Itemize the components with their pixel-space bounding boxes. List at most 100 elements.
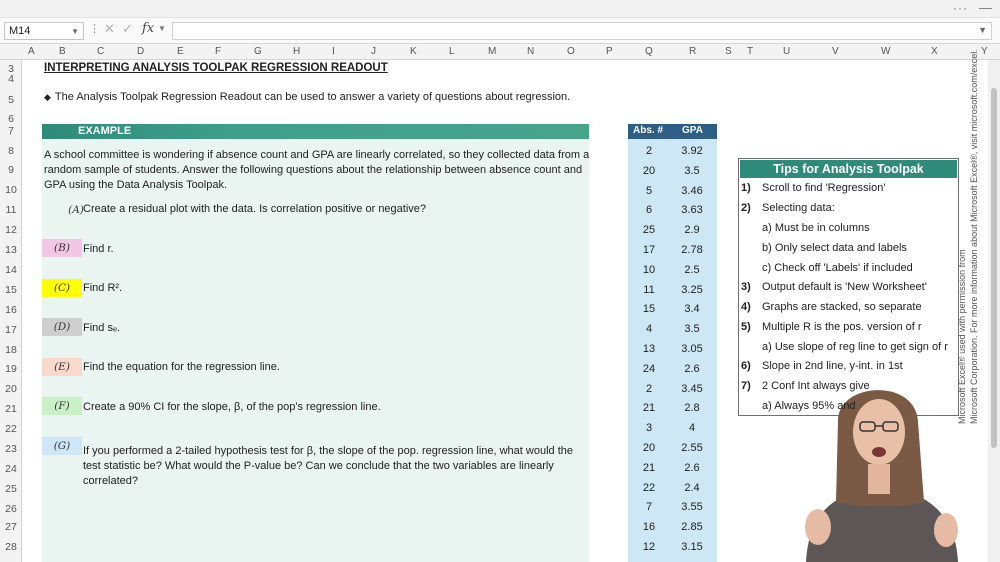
function-chevron-icon[interactable]: ▼ [158, 24, 166, 33]
row-header-26[interactable]: 26 [0, 503, 22, 515]
row-header-8[interactable]: 8 [0, 145, 22, 157]
column-header-k[interactable]: K [410, 46, 417, 57]
row-header-27[interactable]: 27 [0, 521, 22, 533]
gpa-value-cell[interactable]: 2.55 [673, 442, 711, 454]
abs-value-cell[interactable]: 21 [635, 402, 663, 414]
confirm-icon[interactable]: ✓ [122, 21, 133, 37]
abs-value-cell[interactable]: 17 [635, 244, 663, 256]
abs-value-cell[interactable]: 21 [635, 462, 663, 474]
column-header-g[interactable]: G [254, 46, 262, 57]
column-header-a[interactable]: A [28, 46, 35, 57]
gpa-value-cell[interactable]: 3.05 [673, 343, 711, 355]
expand-formula-icon[interactable]: ▼ [978, 25, 987, 35]
row-header-18[interactable]: 18 [0, 344, 22, 356]
row-header-12[interactable]: 12 [0, 224, 22, 236]
column-header-j[interactable]: J [371, 46, 376, 57]
abs-value-cell[interactable]: 2 [635, 383, 663, 395]
column-header-s[interactable]: S [725, 46, 732, 57]
gpa-value-cell[interactable]: 3.92 [673, 145, 711, 157]
row-header-22[interactable]: 22 [0, 423, 22, 435]
row-header-11[interactable]: 11 [0, 204, 22, 216]
row-header-20[interactable]: 20 [0, 383, 22, 395]
column-header-o[interactable]: O [567, 46, 575, 57]
column-header-h[interactable]: H [293, 46, 300, 57]
name-box[interactable]: M14 ▼ [4, 22, 84, 40]
abs-value-cell[interactable]: 12 [635, 541, 663, 553]
row-header-25[interactable]: 25 [0, 483, 22, 495]
row-header-9[interactable]: 9 [0, 164, 22, 176]
row-header-23[interactable]: 23 [0, 443, 22, 455]
abs-value-cell[interactable]: 25 [635, 224, 663, 236]
row-header-21[interactable]: 21 [0, 403, 22, 415]
more-options-icon[interactable]: ··· [953, 1, 968, 15]
gpa-value-cell[interactable]: 2.78 [673, 244, 711, 256]
gpa-value-cell[interactable]: 4 [673, 422, 711, 434]
gpa-value-cell[interactable]: 2.9 [673, 224, 711, 236]
column-header-c[interactable]: C [97, 46, 104, 57]
gpa-value-cell[interactable]: 3.5 [673, 165, 711, 177]
column-header-b[interactable]: B [59, 46, 66, 57]
minimize-button[interactable]: — [979, 0, 992, 15]
gpa-value-cell[interactable]: 2.6 [673, 462, 711, 474]
column-header-y[interactable]: Y [981, 46, 988, 57]
abs-value-cell[interactable]: 6 [635, 204, 663, 216]
row-header-28[interactable]: 28 [0, 541, 22, 553]
cancel-icon[interactable]: ✕ [104, 21, 115, 37]
gpa-value-cell[interactable]: 3.25 [673, 284, 711, 296]
abs-value-cell[interactable]: 13 [635, 343, 663, 355]
row-header-10[interactable]: 10 [0, 184, 22, 196]
abs-value-cell[interactable]: 7 [635, 501, 663, 513]
gpa-value-cell[interactable]: 3.15 [673, 541, 711, 553]
gpa-value-cell[interactable]: 2.8 [673, 402, 711, 414]
vertical-scrollbar[interactable] [988, 60, 1000, 562]
gpa-value-cell[interactable]: 3.5 [673, 323, 711, 335]
column-header-q[interactable]: Q [645, 46, 653, 57]
gpa-value-cell[interactable]: 3.55 [673, 501, 711, 513]
more-vertical-icon[interactable]: ⋮ [89, 22, 100, 35]
abs-value-cell[interactable]: 2 [635, 145, 663, 157]
abs-value-cell[interactable]: 15 [635, 303, 663, 315]
column-header-f[interactable]: F [215, 46, 221, 57]
gpa-value-cell[interactable]: 3.4 [673, 303, 711, 315]
column-header-l[interactable]: L [449, 46, 455, 57]
gpa-value-cell[interactable]: 2.5 [673, 264, 711, 276]
insert-function-button[interactable]: fx [142, 21, 154, 36]
abs-value-cell[interactable]: 16 [635, 521, 663, 533]
row-header-4[interactable]: 4 [0, 73, 22, 85]
abs-value-cell[interactable]: 3 [635, 422, 663, 434]
abs-value-cell[interactable]: 5 [635, 185, 663, 197]
column-header-w[interactable]: W [881, 46, 890, 57]
column-header-i[interactable]: I [332, 46, 335, 57]
row-header-13[interactable]: 13 [0, 244, 22, 256]
column-header-v[interactable]: V [832, 46, 839, 57]
row-header-15[interactable]: 15 [0, 284, 22, 296]
column-header-n[interactable]: N [527, 46, 534, 57]
column-header-p[interactable]: P [606, 46, 613, 57]
abs-value-cell[interactable]: 22 [635, 482, 663, 494]
abs-value-cell[interactable]: 20 [635, 165, 663, 177]
abs-value-cell[interactable]: 4 [635, 323, 663, 335]
abs-value-cell[interactable]: 11 [635, 284, 663, 296]
column-header-m[interactable]: M [488, 46, 496, 57]
abs-value-cell[interactable]: 10 [635, 264, 663, 276]
scrollbar-thumb[interactable] [991, 88, 997, 448]
column-header-u[interactable]: U [783, 46, 790, 57]
gpa-value-cell[interactable]: 2.6 [673, 363, 711, 375]
row-header-14[interactable]: 14 [0, 264, 22, 276]
row-header-6[interactable]: 6 [0, 113, 22, 125]
row-header-24[interactable]: 24 [0, 463, 22, 475]
chevron-down-icon[interactable]: ▼ [71, 27, 79, 36]
gpa-value-cell[interactable]: 2.85 [673, 521, 711, 533]
gpa-value-cell[interactable]: 3.46 [673, 185, 711, 197]
row-header-16[interactable]: 16 [0, 304, 22, 316]
abs-value-cell[interactable]: 24 [635, 363, 663, 375]
column-header-t[interactable]: T [747, 46, 753, 57]
column-header-e[interactable]: E [177, 46, 184, 57]
row-header-17[interactable]: 17 [0, 324, 22, 336]
row-header-5[interactable]: 5 [0, 94, 22, 106]
abs-value-cell[interactable]: 20 [635, 442, 663, 454]
column-header-x[interactable]: X [931, 46, 938, 57]
column-header-d[interactable]: D [137, 46, 144, 57]
row-header-19[interactable]: 19 [0, 363, 22, 375]
gpa-value-cell[interactable]: 3.63 [673, 204, 711, 216]
